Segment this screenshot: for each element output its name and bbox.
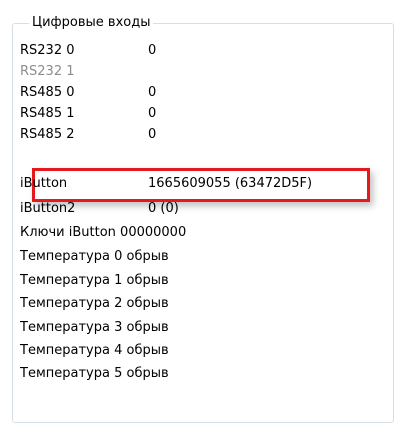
row-temperature-2: Температура 2 обрыв — [0, 293, 409, 314]
row-rs232-1: RS232 1 — [0, 61, 409, 82]
row-temperature-1: Температура 1 обрыв — [0, 270, 409, 291]
row-label: Температура 2 обрыв — [20, 293, 169, 314]
row-label: Температура 5 обрыв — [20, 363, 169, 384]
row-label: Температура 0 обрыв — [20, 246, 169, 267]
row-value: обрыв — [126, 273, 169, 288]
row-value: 0 — [148, 85, 157, 100]
row-value: 0 — [148, 127, 157, 142]
row-label: Температура 3 обрыв — [20, 317, 169, 338]
row-label-text: Ключи iButton — [20, 225, 116, 240]
digital-inputs-title: Цифровые входы — [29, 14, 154, 32]
row-value: 1665609055 (63472D5F) — [148, 176, 313, 191]
row-label-text: Температура 3 — [20, 320, 123, 335]
row-value: обрыв — [126, 296, 169, 311]
row-label-text: Температура 4 — [20, 343, 123, 358]
row-value: 0 — [148, 106, 157, 121]
row-temperature-4: Температура 4 обрыв — [0, 340, 409, 361]
row-temperature-3: Температура 3 обрыв — [0, 317, 409, 338]
row-label-text: Температура 1 — [20, 273, 123, 288]
row-label: Ключи iButton 00000000 — [20, 222, 186, 243]
row-label: Температура 4 обрыв — [20, 340, 169, 361]
row-rs232-0: RS232 0 0 — [0, 40, 409, 61]
row-label-text: Температура 5 — [20, 366, 123, 381]
row-value: 0 — [148, 43, 157, 58]
row-value: обрыв — [126, 249, 169, 264]
screen: { "group": { "title": "Цифровые входы" }… — [0, 0, 409, 423]
row-label: RS485 1 — [20, 106, 75, 121]
row-ibutton2: iButton2 0 (0) — [0, 198, 409, 219]
row-value: обрыв — [126, 320, 169, 335]
row-value: 0 (0) — [148, 201, 179, 216]
row-ibutton: iButton 1665609055 (63472D5F) — [0, 173, 409, 194]
row-rs485-1: RS485 1 0 — [0, 103, 409, 124]
row-label: RS232 1 — [20, 64, 75, 79]
row-label: Температура 1 обрыв — [20, 270, 169, 291]
row-label-text: Температура 2 — [20, 296, 123, 311]
row-label: iButton2 — [20, 201, 76, 216]
row-rs485-2: RS485 2 0 — [0, 124, 409, 145]
row-label: RS485 2 — [20, 127, 75, 142]
row-label: RS485 0 — [20, 85, 75, 100]
row-label-text: Температура 0 — [20, 249, 123, 264]
row-value: обрыв — [126, 343, 169, 358]
row-rs485-0: RS485 0 0 — [0, 82, 409, 103]
row-label: RS232 0 — [20, 43, 75, 58]
row-value: обрыв — [126, 366, 169, 381]
row-temperature-5: Температура 5 обрыв — [0, 363, 409, 384]
row-label: iButton — [20, 176, 68, 191]
row-temperature-0: Температура 0 обрыв — [0, 246, 409, 267]
row-value: 00000000 — [120, 225, 187, 240]
row-ibutton-keys: Ключи iButton 00000000 — [0, 222, 409, 243]
